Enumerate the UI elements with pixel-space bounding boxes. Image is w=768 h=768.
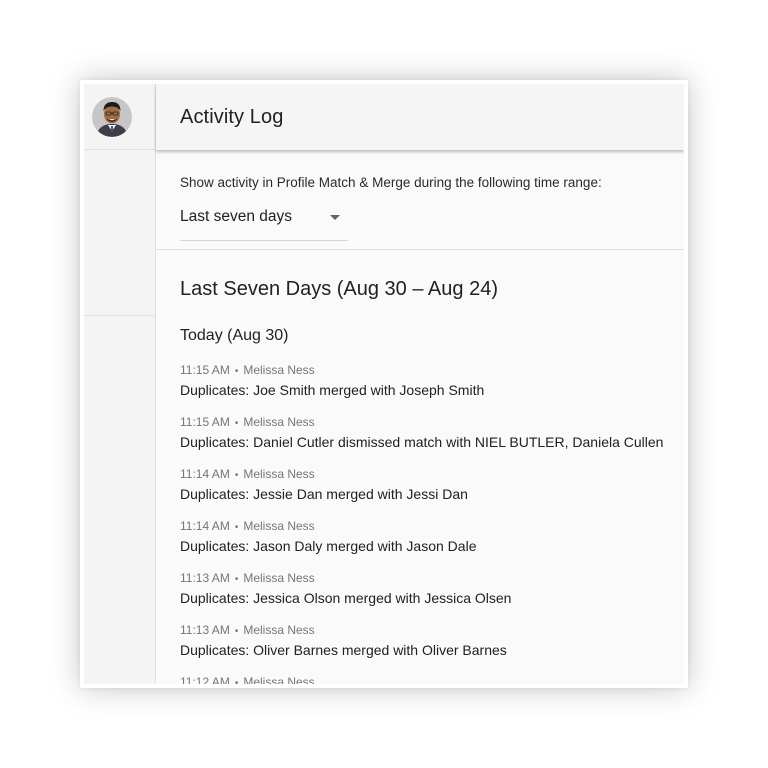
activity-entry: 11:13 AM • Melissa Ness Duplicates: Jessic… xyxy=(180,569,660,621)
entry-description: Duplicates: Joe Smith merged with Joseph… xyxy=(180,382,485,398)
entry-time: 11:15 AM xyxy=(180,363,230,377)
activity-entry: 11:15 AM • Melissa Ness Duplicates: Daniel… xyxy=(180,413,664,465)
main-panel: Activity Log Show activity in Profile Ma… xyxy=(156,84,684,684)
entry-meta: 11:14 AM • Melissa Ness xyxy=(180,466,660,484)
activity-entry: 11:15 AM • Melissa Ness Duplicates: Joe Sm… xyxy=(180,361,660,413)
app-header: Activity Log xyxy=(156,84,684,150)
entry-description: Duplicates: Daniel Cutler dismissed matc… xyxy=(180,434,664,450)
entry-user: Melissa Ness xyxy=(243,415,315,429)
activity-entry: 11:14 AM • Melissa Ness Duplicates: Jason … xyxy=(180,517,660,569)
meta-separator: • xyxy=(234,470,239,481)
entry-user: Melissa Ness xyxy=(243,363,315,377)
entry-meta: 11:13 AM • Melissa Ness xyxy=(180,622,660,640)
entry-time: 11:14 AM xyxy=(180,519,230,533)
activity-entry: 11:12 AM • Melissa Ness xyxy=(180,673,660,684)
entry-meta: 11:15 AM • Melissa Ness xyxy=(180,414,660,432)
entry-time: 11:14 AM xyxy=(180,467,230,481)
app-content: Activity Log Show activity in Profile Ma… xyxy=(84,84,684,684)
time-range-prompt: Show activity in Profile Match & Merge d… xyxy=(180,175,602,190)
entry-description: Duplicates: Oliver Barnes merged with Ol… xyxy=(180,642,507,658)
activity-entry: 11:13 AM • Melissa Ness Duplicates: Oliver… xyxy=(180,621,660,673)
entry-user: Melissa Ness xyxy=(243,467,315,481)
period-heading: Last Seven Days (Aug 30 – Aug 24) xyxy=(180,278,498,300)
entry-time: 11:15 AM xyxy=(180,415,230,429)
time-range-select[interactable]: Last seven days xyxy=(180,207,348,241)
left-rail xyxy=(84,84,156,684)
activity-list: 11:15 AM • Melissa Ness Duplicates: Joe Sm… xyxy=(180,361,664,684)
entry-time: 11:13 AM xyxy=(180,623,230,637)
meta-separator: • xyxy=(234,418,239,429)
meta-separator: • xyxy=(234,678,239,684)
meta-separator: • xyxy=(234,366,239,377)
entry-user: Melissa Ness xyxy=(243,519,315,533)
meta-separator: • xyxy=(234,626,239,637)
meta-separator: • xyxy=(234,522,239,533)
time-range-section: Show activity in Profile Match & Merge d… xyxy=(156,150,684,250)
entry-description: Duplicates: Jason Daly merged with Jason… xyxy=(180,538,477,554)
entry-meta: 11:13 AM • Melissa Ness xyxy=(180,570,660,588)
day-heading: Today (Aug 30) xyxy=(180,327,289,344)
rail-divider xyxy=(84,315,156,316)
app-window: Activity Log Show activity in Profile Ma… xyxy=(80,80,688,688)
time-range-selected-value: Last seven days xyxy=(180,208,293,225)
user-avatar[interactable] xyxy=(91,96,132,137)
entry-time: 11:12 AM xyxy=(180,675,230,684)
meta-separator: • xyxy=(234,574,239,585)
page-title: Activity Log xyxy=(180,105,284,128)
activity-entry: 11:14 AM • Melissa Ness Duplicates: Jessie… xyxy=(180,465,660,517)
entry-user: Melissa Ness xyxy=(243,571,315,585)
dropdown-caret-icon xyxy=(330,215,340,220)
entry-user: Melissa Ness xyxy=(243,623,315,637)
entry-time: 11:13 AM xyxy=(180,571,230,585)
entry-user: Melissa Ness xyxy=(243,675,315,684)
entry-description: Duplicates: Jessie Dan merged with Jessi… xyxy=(180,486,468,502)
entry-meta: 11:12 AM • Melissa Ness xyxy=(180,674,660,684)
rail-avatar-slot xyxy=(84,84,155,150)
entry-meta: 11:15 AM • Melissa Ness xyxy=(180,362,660,380)
entry-description: Duplicates: Jessica Olson merged with Je… xyxy=(180,590,512,606)
entry-meta: 11:14 AM • Melissa Ness xyxy=(180,518,660,536)
activity-log-section: Last Seven Days (Aug 30 – Aug 24) Today … xyxy=(156,250,684,684)
